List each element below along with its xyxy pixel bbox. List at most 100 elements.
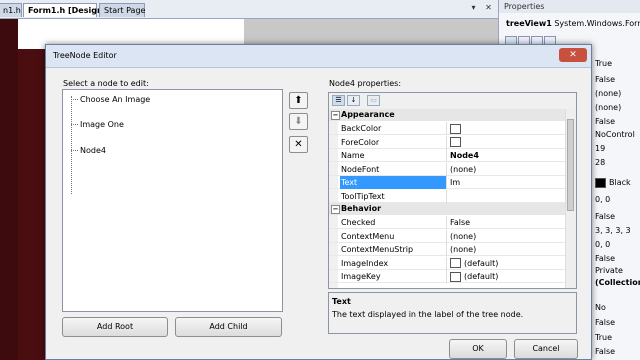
arrow-up-icon: ⬆ [294, 95, 303, 106]
property-value[interactable]: Im [448, 176, 567, 189]
property-value[interactable]: (none) [595, 101, 640, 114]
property-row-imageindex[interactable]: ImageIndex (default) [329, 256, 567, 270]
property-name: ImageIndex [340, 256, 447, 270]
move-up-button[interactable]: ⬆ [289, 92, 308, 109]
property-grid-scrollbar[interactable] [565, 109, 576, 288]
tab-label: n1.h [3, 6, 21, 15]
close-icon[interactable]: ✕ [559, 48, 587, 62]
tree-connector [71, 96, 72, 194]
sort-alphabetical-icon[interactable]: ↓ [347, 95, 360, 106]
form-design-canvas-right[interactable] [244, 19, 498, 47]
tab-start-page[interactable]: Start Page [99, 3, 145, 17]
property-value-text: False [595, 347, 616, 356]
property-name: ContextMenuStrip [340, 243, 447, 256]
designer-left-strip [0, 19, 18, 360]
property-row-checked[interactable]: Checked False [329, 216, 565, 229]
property-value-text: 0, 0 [595, 240, 611, 249]
treenode-editor-dialog: TreeNode Editor ✕ Select a node to edit:… [45, 44, 592, 360]
tree-connector [71, 99, 78, 100]
property-value[interactable]: True [595, 57, 640, 70]
property-name: NodeFont [340, 162, 447, 176]
ok-button[interactable]: OK [449, 339, 507, 359]
property-value[interactable]: True [595, 331, 640, 344]
property-value-text: NoControl [595, 130, 635, 139]
tree-node-image-one[interactable]: Image One [80, 120, 124, 129]
property-name: Text [340, 176, 447, 189]
property-value[interactable]: NoControl [595, 128, 640, 141]
add-root-button[interactable]: Add Root [62, 317, 168, 337]
property-value[interactable] [448, 122, 567, 135]
property-pages-icon[interactable]: ▭ [367, 95, 380, 106]
category-label: Behavior [341, 204, 382, 213]
property-value[interactable]: False [595, 115, 640, 128]
tree-node-node4[interactable]: Node4 [80, 146, 106, 155]
tab-form1-h[interactable]: n1.h [0, 3, 22, 17]
property-value-text: (Collection) [595, 278, 640, 287]
property-value[interactable]: 0, 0 [595, 238, 640, 251]
object-name: treeView1 [506, 19, 552, 28]
property-name: ForeColor [340, 135, 447, 149]
property-value-text: Im [450, 178, 461, 187]
property-value[interactable]: (default) [448, 257, 567, 270]
property-row-imagekey[interactable]: ImageKey (default) [329, 270, 565, 283]
property-row-name[interactable]: Name Node4 [329, 149, 565, 162]
property-value[interactable]: False [595, 73, 640, 86]
tab-form1-design[interactable]: Form1.h [Design]* [23, 3, 111, 17]
property-name: Checked [340, 216, 447, 229]
tree-node-choose-an-image[interactable]: Choose An Image [80, 95, 150, 104]
color-swatch-icon [450, 137, 461, 147]
property-value[interactable]: 3, 3, 3, 3 [595, 224, 640, 237]
property-value[interactable]: (default) [448, 270, 567, 283]
scrollbar-thumb[interactable] [567, 119, 574, 211]
collapse-icon[interactable]: − [331, 205, 340, 214]
property-value-text: Node4 [450, 151, 479, 160]
property-value[interactable] [448, 136, 567, 149]
close-tab-icon[interactable]: ✕ [484, 3, 493, 12]
property-value[interactable] [448, 190, 567, 203]
property-value[interactable]: Node4 [448, 149, 567, 162]
property-value[interactable]: 19 [595, 142, 640, 155]
property-value-text: (none) [595, 103, 622, 112]
property-row-tooltiptext[interactable]: ToolTipText [329, 189, 567, 203]
delete-node-button[interactable]: ✕ [289, 136, 308, 153]
property-value-text: Black [609, 178, 631, 187]
collapse-icon[interactable]: − [331, 111, 340, 120]
property-value-text: (none) [595, 89, 622, 98]
property-value[interactable]: No [595, 301, 640, 314]
property-value[interactable]: False [595, 210, 640, 223]
property-row-nodefont[interactable]: NodeFont (none) [329, 162, 567, 176]
property-value[interactable]: 0, 0 [595, 193, 640, 206]
color-swatch-icon [450, 258, 461, 268]
node-tree[interactable]: Choose An Image Image One Node4 [62, 89, 283, 312]
delete-icon: ✕ [294, 139, 303, 150]
property-row-contextmenu[interactable]: ContextMenu (none) [329, 229, 567, 243]
move-down-button[interactable]: ⬇ [289, 113, 308, 130]
tab-dropdown-icon[interactable]: ▾ [469, 3, 478, 12]
property-value[interactable]: False [595, 345, 640, 358]
property-row-forecolor[interactable]: ForeColor [329, 135, 567, 149]
cancel-button[interactable]: Cancel [514, 339, 578, 359]
add-child-button[interactable]: Add Child [175, 317, 282, 337]
property-row-contextmenustrip[interactable]: ContextMenuStrip (none) [329, 243, 565, 256]
property-value[interactable]: False [595, 316, 640, 329]
property-value-text: False [450, 218, 471, 227]
property-name: BackColor [340, 122, 447, 135]
property-value-text: True [595, 59, 612, 68]
property-value[interactable]: False [448, 216, 567, 229]
property-row-backcolor[interactable]: BackColor [329, 122, 565, 135]
category-behavior[interactable]: − Behavior [329, 203, 565, 215]
property-value[interactable]: (none) [448, 163, 567, 176]
property-value-text: True [595, 333, 612, 342]
properties-object-selector[interactable]: treeView1 System.Windows.Forms [499, 16, 640, 32]
dialog-titlebar: TreeNode Editor ✕ [46, 45, 591, 68]
property-row-text[interactable]: Text Im [329, 176, 565, 189]
property-value[interactable]: (none) [448, 230, 567, 243]
property-value[interactable]: (none) [595, 87, 640, 100]
property-value-text: False [595, 117, 616, 126]
property-value[interactable]: (none) [448, 243, 567, 256]
property-value[interactable]: Black [595, 176, 640, 189]
property-value[interactable]: 28 [595, 156, 640, 169]
property-value[interactable]: (Collection) [595, 276, 640, 289]
categorized-icon[interactable]: ☰ [332, 95, 345, 106]
category-appearance[interactable]: − Appearance [329, 109, 565, 121]
